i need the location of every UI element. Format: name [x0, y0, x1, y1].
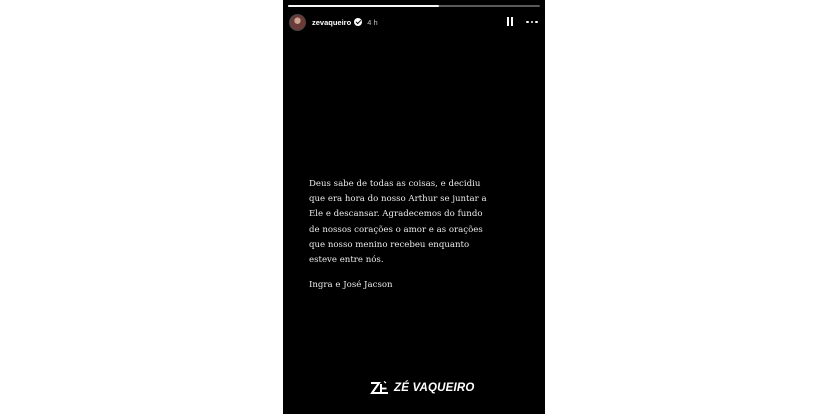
pause-icon[interactable]	[505, 17, 515, 27]
message-line: que nosso menino recebeu enquanto	[309, 239, 470, 250]
message-line: esteve entre nós.	[309, 255, 384, 266]
more-options-icon[interactable]	[525, 17, 539, 27]
message-line: Deus sabe de todas as coisas, e decidiu	[309, 179, 481, 189]
story-timestamp: 4 h	[367, 17, 378, 27]
brand-logo: ZÉ VAQUEIRO	[370, 381, 475, 395]
story-viewer[interactable]: zevaqueiro 4 h Deus sabe de todas as coi…	[283, 0, 545, 414]
story-header: zevaqueiro 4 h	[289, 11, 539, 33]
brand-mark-icon	[370, 381, 388, 394]
story-message: Deus sabe de todas as coisas, e decidiu …	[309, 177, 519, 268]
message-line: de nossos corações o amor e as orações	[309, 224, 483, 235]
brand-name: ZÉ VAQUEIRO	[394, 382, 475, 394]
message-line: que era hora do nosso Arthur se juntar a	[309, 194, 487, 205]
verified-badge-icon	[354, 18, 363, 26]
avatar[interactable]	[289, 13, 306, 31]
story-progress-bar	[288, 5, 540, 7]
username[interactable]: zevaqueiro	[312, 18, 351, 27]
story-progress-fill	[288, 5, 440, 7]
message-line: Ele e descansar. Agradecemos do fundo	[309, 209, 483, 220]
story-signature: Ingra e José Jacson	[309, 280, 393, 290]
